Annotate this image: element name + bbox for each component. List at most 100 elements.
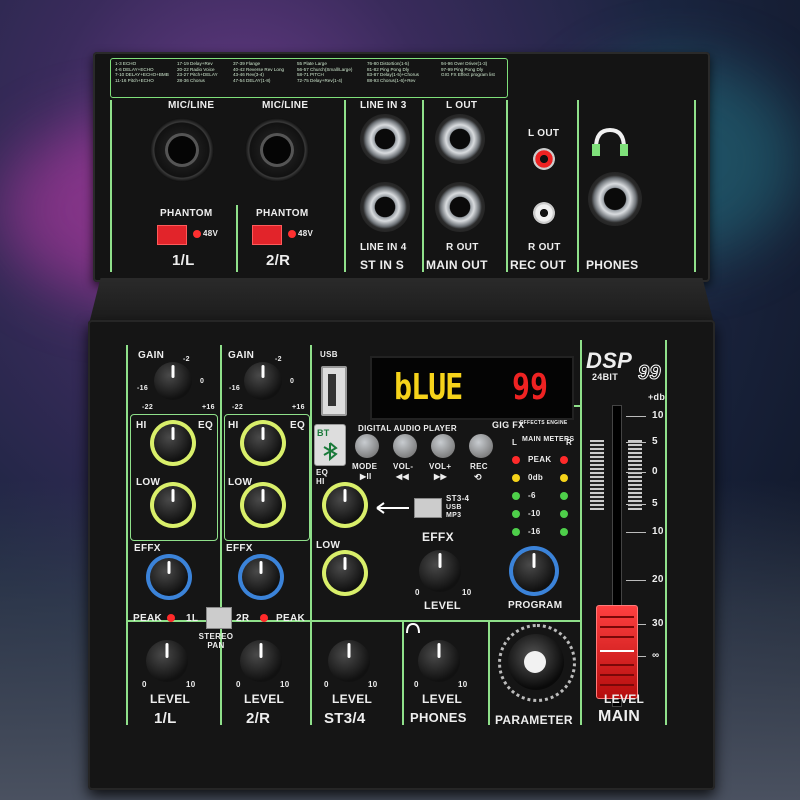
- 24bit-label: 24BIT: [592, 372, 619, 382]
- line-in3-label: LINE IN 3: [360, 100, 407, 111]
- meter-led-l: [512, 474, 520, 482]
- peak-label-1: PEAK: [133, 613, 162, 624]
- db-unit-label: +db: [648, 392, 666, 402]
- rca-white-jack[interactable]: [533, 202, 555, 224]
- meter-led-r: [560, 456, 568, 464]
- low-eq-knob-2[interactable]: [244, 486, 282, 524]
- legend-col: 37-39 Flange 40-42 Reverse Rev Long 43-46…: [233, 61, 285, 83]
- main-out-r-jack[interactable]: [435, 182, 485, 232]
- gain-knob-1[interactable]: [154, 362, 192, 400]
- stereo-pan-switch[interactable]: [206, 607, 232, 629]
- fast-forward-icon: ▶▶: [434, 472, 447, 481]
- line-in3-jack[interactable]: [360, 114, 410, 164]
- channel-2r-label: 2/R: [246, 710, 271, 727]
- phones-jack[interactable]: [588, 172, 642, 226]
- meter-scale-label: PEAK: [528, 455, 552, 464]
- scale-label: +16: [202, 404, 215, 411]
- play-pause-icon: ▶II: [360, 472, 372, 481]
- usb-mp3-label: USB MP3: [446, 504, 462, 519]
- headphones-icon: [592, 127, 628, 156]
- meter-led-r: [560, 510, 568, 518]
- meter-led-r: [560, 492, 568, 500]
- effx-label-2: EFFX: [226, 543, 253, 554]
- low-eq-knob-1[interactable]: [154, 486, 192, 524]
- stereo-pan-label: STEREO PAN: [198, 632, 234, 650]
- divider: [422, 100, 424, 272]
- fader-tick: [626, 504, 646, 505]
- effx-label-1: EFFX: [134, 543, 161, 554]
- fader-scale-label: 10: [652, 526, 664, 537]
- vol-plus-button[interactable]: [431, 434, 455, 458]
- hi-label-2: HI: [228, 420, 239, 431]
- scale-label: 0: [415, 588, 420, 597]
- xlr-combo-jack-2[interactable]: [245, 118, 309, 182]
- level-knob-1l[interactable]: [146, 640, 188, 682]
- effx-knob-2[interactable]: [242, 558, 280, 596]
- vol-minus-button[interactable]: [393, 434, 417, 458]
- main-fader[interactable]: [596, 605, 638, 699]
- usb-port[interactable]: [321, 366, 347, 416]
- legend-col: 94-96 Over Driver(1-3) 97-99 Ping Pong Dl…: [441, 61, 495, 78]
- mic-line-label: MIC/LINE: [168, 100, 215, 111]
- program-knob[interactable]: [513, 550, 555, 592]
- peak-led-1: [167, 614, 175, 622]
- meter-scale-label: 0db: [528, 473, 544, 482]
- level-knob-st34[interactable]: [328, 640, 370, 682]
- hi-eq-knob-1[interactable]: [154, 424, 192, 462]
- fader-scale-label: ∞: [652, 650, 660, 661]
- dap-label: DIGITAL AUDIO PLAYER: [358, 424, 457, 433]
- effects-engine-label: EFFECTS ENGINE: [520, 420, 568, 426]
- phantom-switch-2[interactable]: [252, 225, 282, 245]
- fx-level-label: LEVEL: [424, 600, 461, 612]
- fader-grille: [628, 440, 642, 510]
- rewind-icon: ◀◀: [396, 472, 409, 481]
- effx-main-label: EFFX: [422, 530, 454, 544]
- vol-plus-label: VOL+: [429, 462, 452, 471]
- xlr-combo-jack-1[interactable]: [150, 118, 214, 182]
- rec-button[interactable]: [469, 434, 493, 458]
- mic-line-label: MIC/LINE: [262, 100, 309, 111]
- parameter-knob-cap: [524, 651, 546, 673]
- gain-knob-2[interactable]: [244, 362, 282, 400]
- hi-eq-knob-2[interactable]: [244, 424, 282, 462]
- line-in4-jack[interactable]: [360, 182, 410, 232]
- mode-button[interactable]: [355, 434, 379, 458]
- divider: [694, 100, 696, 272]
- fader-tick: [626, 442, 646, 443]
- meter-scale-label: -6: [528, 491, 536, 500]
- r-out-label: R OUT: [446, 242, 479, 253]
- eq-label-2: EQ: [290, 420, 306, 431]
- st34-usb-switch[interactable]: [414, 498, 442, 518]
- meter-led-r: [560, 474, 568, 482]
- fader-scale-label: 30: [652, 618, 664, 629]
- divider: [236, 205, 238, 272]
- display-text: bLUE: [394, 366, 463, 409]
- channel-label-2r: 2/R: [266, 252, 291, 269]
- meter-led-l: [512, 510, 520, 518]
- phantom-switch-1[interactable]: [157, 225, 187, 245]
- scale-label: -16: [229, 385, 241, 392]
- scale-label: 0: [142, 680, 147, 689]
- legend-col: 55 Plate Large 56-57 Church(Small/Large) …: [297, 61, 353, 83]
- rca-red-jack[interactable]: [533, 148, 555, 170]
- main-label: MAIN: [598, 708, 641, 725]
- effx-knob-1[interactable]: [150, 558, 188, 596]
- effect-program-list: 1-3 ECHO 4-6 DELAY+ECHO 7-10 DELAY+ECHO+B…: [110, 58, 508, 98]
- effx-level-knob[interactable]: [419, 550, 461, 592]
- st34-low-knob[interactable]: [326, 554, 364, 592]
- scale-label: 10: [368, 680, 378, 689]
- level-knob-phones[interactable]: [418, 640, 460, 682]
- parameter-label: PARAMETER: [495, 713, 573, 727]
- st34-hi-knob[interactable]: [326, 486, 364, 524]
- main-level-label: LEVEL: [604, 692, 645, 706]
- phantom-led: [288, 230, 296, 238]
- scale-label: -22: [232, 404, 244, 411]
- pan-2r-label: 2R: [236, 613, 250, 624]
- main-out-l-jack[interactable]: [435, 114, 485, 164]
- divider: [580, 340, 582, 725]
- phantom-led: [193, 230, 201, 238]
- legend-col: 1-3 ECHO 4-6 DELAY+ECHO 7-10 DELAY+ECHO+B…: [115, 61, 169, 83]
- 48v-label: 48V: [298, 229, 314, 238]
- level-knob-2r[interactable]: [240, 640, 282, 682]
- dsp-logo: DSP: [586, 348, 633, 373]
